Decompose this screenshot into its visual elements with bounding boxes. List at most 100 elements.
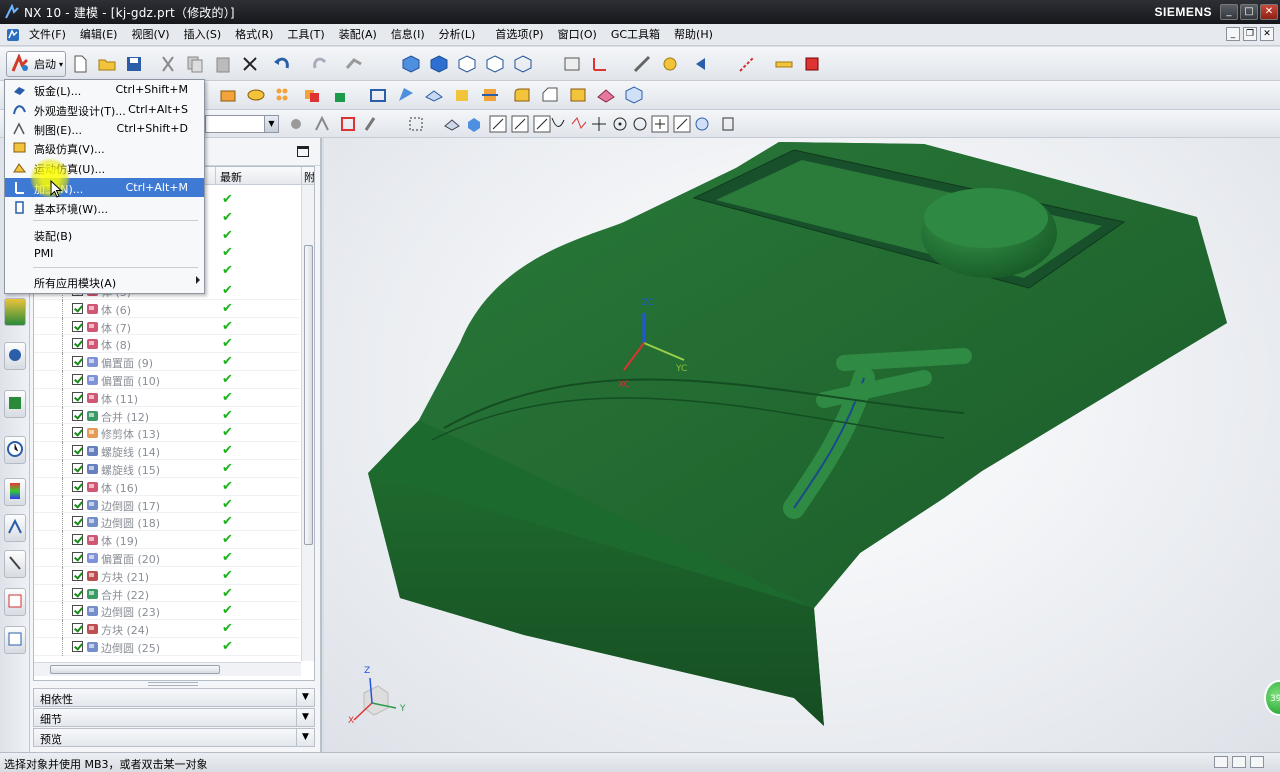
menu-view[interactable]: 视图(V) — [124, 25, 176, 45]
rectangle-select-icon[interactable] — [404, 112, 428, 136]
status-view-icon[interactable] — [1250, 756, 1264, 768]
maximize-panel-icon[interactable] — [297, 146, 309, 157]
tree-row[interactable]: 边倒圆 (23) ✔ — [34, 602, 299, 621]
menu-assemblies[interactable]: 装配(A) — [332, 25, 384, 45]
tree-row[interactable]: 体 (7) ✔ — [34, 317, 299, 336]
history-tab-icon[interactable] — [4, 436, 26, 464]
system-materials-tab-icon[interactable] — [4, 478, 26, 506]
paste-button[interactable] — [211, 52, 235, 76]
snap-endpoint-icon[interactable] — [486, 112, 510, 136]
tree-row[interactable]: 体 (11) ✔ — [34, 388, 299, 407]
save-button[interactable] — [122, 52, 146, 76]
measure-distance-icon[interactable] — [735, 52, 759, 76]
snap-midpoint-icon[interactable] — [508, 112, 532, 136]
tree-row[interactable]: 体 (16) ✔ — [34, 477, 299, 496]
start-menu-drafting[interactable]: 制图(E)... Ctrl+Shift+D — [5, 119, 204, 138]
tree-row[interactable]: 体 (8) ✔ — [34, 335, 299, 354]
snap-view-icon[interactable] — [630, 52, 654, 76]
column-dependency[interactable]: 附 — [304, 169, 314, 185]
menu-file[interactable]: 文件(F) — [22, 25, 73, 45]
measure-length-icon[interactable] — [772, 52, 796, 76]
column-latest[interactable]: 最新 — [220, 169, 242, 185]
wcs-icon[interactable] — [588, 52, 612, 76]
type-filter-icon[interactable] — [284, 112, 308, 136]
render-style-icon[interactable] — [511, 52, 535, 76]
doc-restore-button[interactable]: ❐ — [1243, 27, 1257, 41]
visibility-checkbox[interactable] — [72, 338, 83, 350]
view-orient-top-icon[interactable] — [427, 52, 451, 76]
start-menu-pmi[interactable]: PMI — [5, 244, 204, 263]
visibility-checkbox[interactable] — [72, 569, 83, 581]
menu-tools[interactable]: 工具(T) — [280, 25, 331, 45]
minimize-button[interactable]: _ — [1220, 4, 1238, 20]
visibility-checkbox[interactable] — [72, 587, 83, 599]
menu-analysis[interactable]: 分析(L) — [432, 25, 483, 45]
visibility-checkbox[interactable] — [72, 374, 83, 385]
select-body-icon[interactable] — [462, 112, 486, 136]
scrollbar-thumb[interactable] — [50, 665, 220, 674]
process-studio-tab-icon[interactable] — [4, 514, 26, 542]
snap-existing-point-icon[interactable] — [648, 112, 672, 136]
visibility-checkbox[interactable] — [72, 641, 83, 652]
select-feature-icon[interactable] — [360, 112, 384, 136]
tree-horizontal-scrollbar[interactable] — [34, 662, 301, 676]
menu-preferences[interactable]: 首选项(P) — [488, 25, 550, 45]
view-orient-front-icon[interactable] — [455, 52, 479, 76]
select-component-icon[interactable] — [336, 112, 360, 136]
status-grid-icon[interactable] — [1232, 756, 1246, 768]
start-menu-all-applications[interactable]: 所有应用模块(A) — [5, 272, 204, 291]
manufacturing-wizard-tab-icon[interactable] — [4, 550, 26, 578]
tree-row[interactable]: 体 (19) ✔ — [34, 531, 299, 550]
snap-settings-icon[interactable] — [716, 112, 740, 136]
start-menu-sheet-metal[interactable]: 钣金(L)... Ctrl+Shift+M — [5, 80, 204, 99]
scrollbar-thumb[interactable] — [304, 245, 313, 545]
visibility-checkbox[interactable] — [72, 391, 83, 403]
new-file-button[interactable] — [68, 52, 92, 76]
menu-help[interactable]: 帮助(H) — [667, 25, 720, 45]
visibility-checkbox[interactable] — [72, 480, 83, 492]
panel-splitter[interactable] — [148, 682, 198, 686]
select-solid-icon[interactable] — [440, 112, 464, 136]
shell-icon[interactable] — [366, 83, 390, 107]
menu-window[interactable]: 窗口(O) — [551, 25, 604, 45]
visibility-checkbox[interactable] — [72, 534, 83, 546]
selection-filter-combo[interactable]: ▼ — [205, 115, 279, 133]
hd3d-tools-tab-icon[interactable] — [4, 390, 26, 418]
tree-row[interactable]: 合并 (22) ✔ — [34, 584, 299, 603]
copy-button[interactable] — [183, 52, 207, 76]
start-button[interactable]: 启动 ▾ — [6, 51, 66, 77]
system-scenes-tab-icon[interactable] — [4, 626, 26, 654]
doc-close-button[interactable]: ✕ — [1260, 27, 1274, 41]
menu-format[interactable]: 格式(R) — [228, 25, 280, 45]
graphics-window[interactable]: XC YC ZC Y Z X — [324, 138, 1280, 752]
redo-button[interactable] — [308, 52, 332, 76]
section-preview[interactable]: 预览 ▼ — [33, 728, 315, 747]
tree-row[interactable]: 偏置面 (20) ✔ — [34, 549, 299, 567]
visibility-checkbox[interactable] — [72, 463, 83, 474]
part-navigator-tab-icon[interactable] — [4, 298, 26, 326]
tree-row[interactable]: 边倒圆 (17) ✔ — [34, 495, 299, 514]
trim-body-icon[interactable] — [478, 83, 502, 107]
tree-row[interactable]: 偏置面 (9) ✔ — [34, 353, 299, 372]
tree-row[interactable]: 边倒圆 (25) ✔ — [34, 638, 299, 656]
tree-row[interactable]: 螺旋线 (14) ✔ — [34, 442, 299, 461]
menu-gc-toolkit[interactable]: GC工具箱 — [604, 25, 667, 45]
visibility-checkbox[interactable] — [72, 516, 83, 528]
reuse-library-tab-icon[interactable] — [4, 342, 26, 370]
maximize-button[interactable]: □ — [1240, 4, 1258, 20]
tree-row[interactable]: 螺旋线 (15) ✔ — [34, 460, 299, 478]
doc-minimize-button[interactable]: _ — [1226, 27, 1240, 41]
menu-information[interactable]: 信息(I) — [384, 25, 432, 45]
cut-button[interactable] — [156, 52, 180, 76]
snap-off-icon[interactable] — [690, 112, 714, 136]
menu-insert[interactable]: 插入(S) — [177, 25, 229, 45]
visibility-checkbox[interactable] — [72, 320, 83, 332]
edge-blend-icon[interactable] — [510, 83, 534, 107]
tree-row[interactable]: 方块 (24) ✔ — [34, 620, 299, 639]
pattern-icon[interactable] — [272, 83, 296, 107]
section-view-icon[interactable] — [800, 52, 824, 76]
chamfer-icon[interactable] — [538, 83, 562, 107]
tree-row[interactable]: 修剪体 (13) ✔ — [34, 424, 299, 443]
analysis-tool-icon[interactable] — [658, 52, 682, 76]
menu-edit[interactable]: 编辑(E) — [73, 25, 125, 45]
